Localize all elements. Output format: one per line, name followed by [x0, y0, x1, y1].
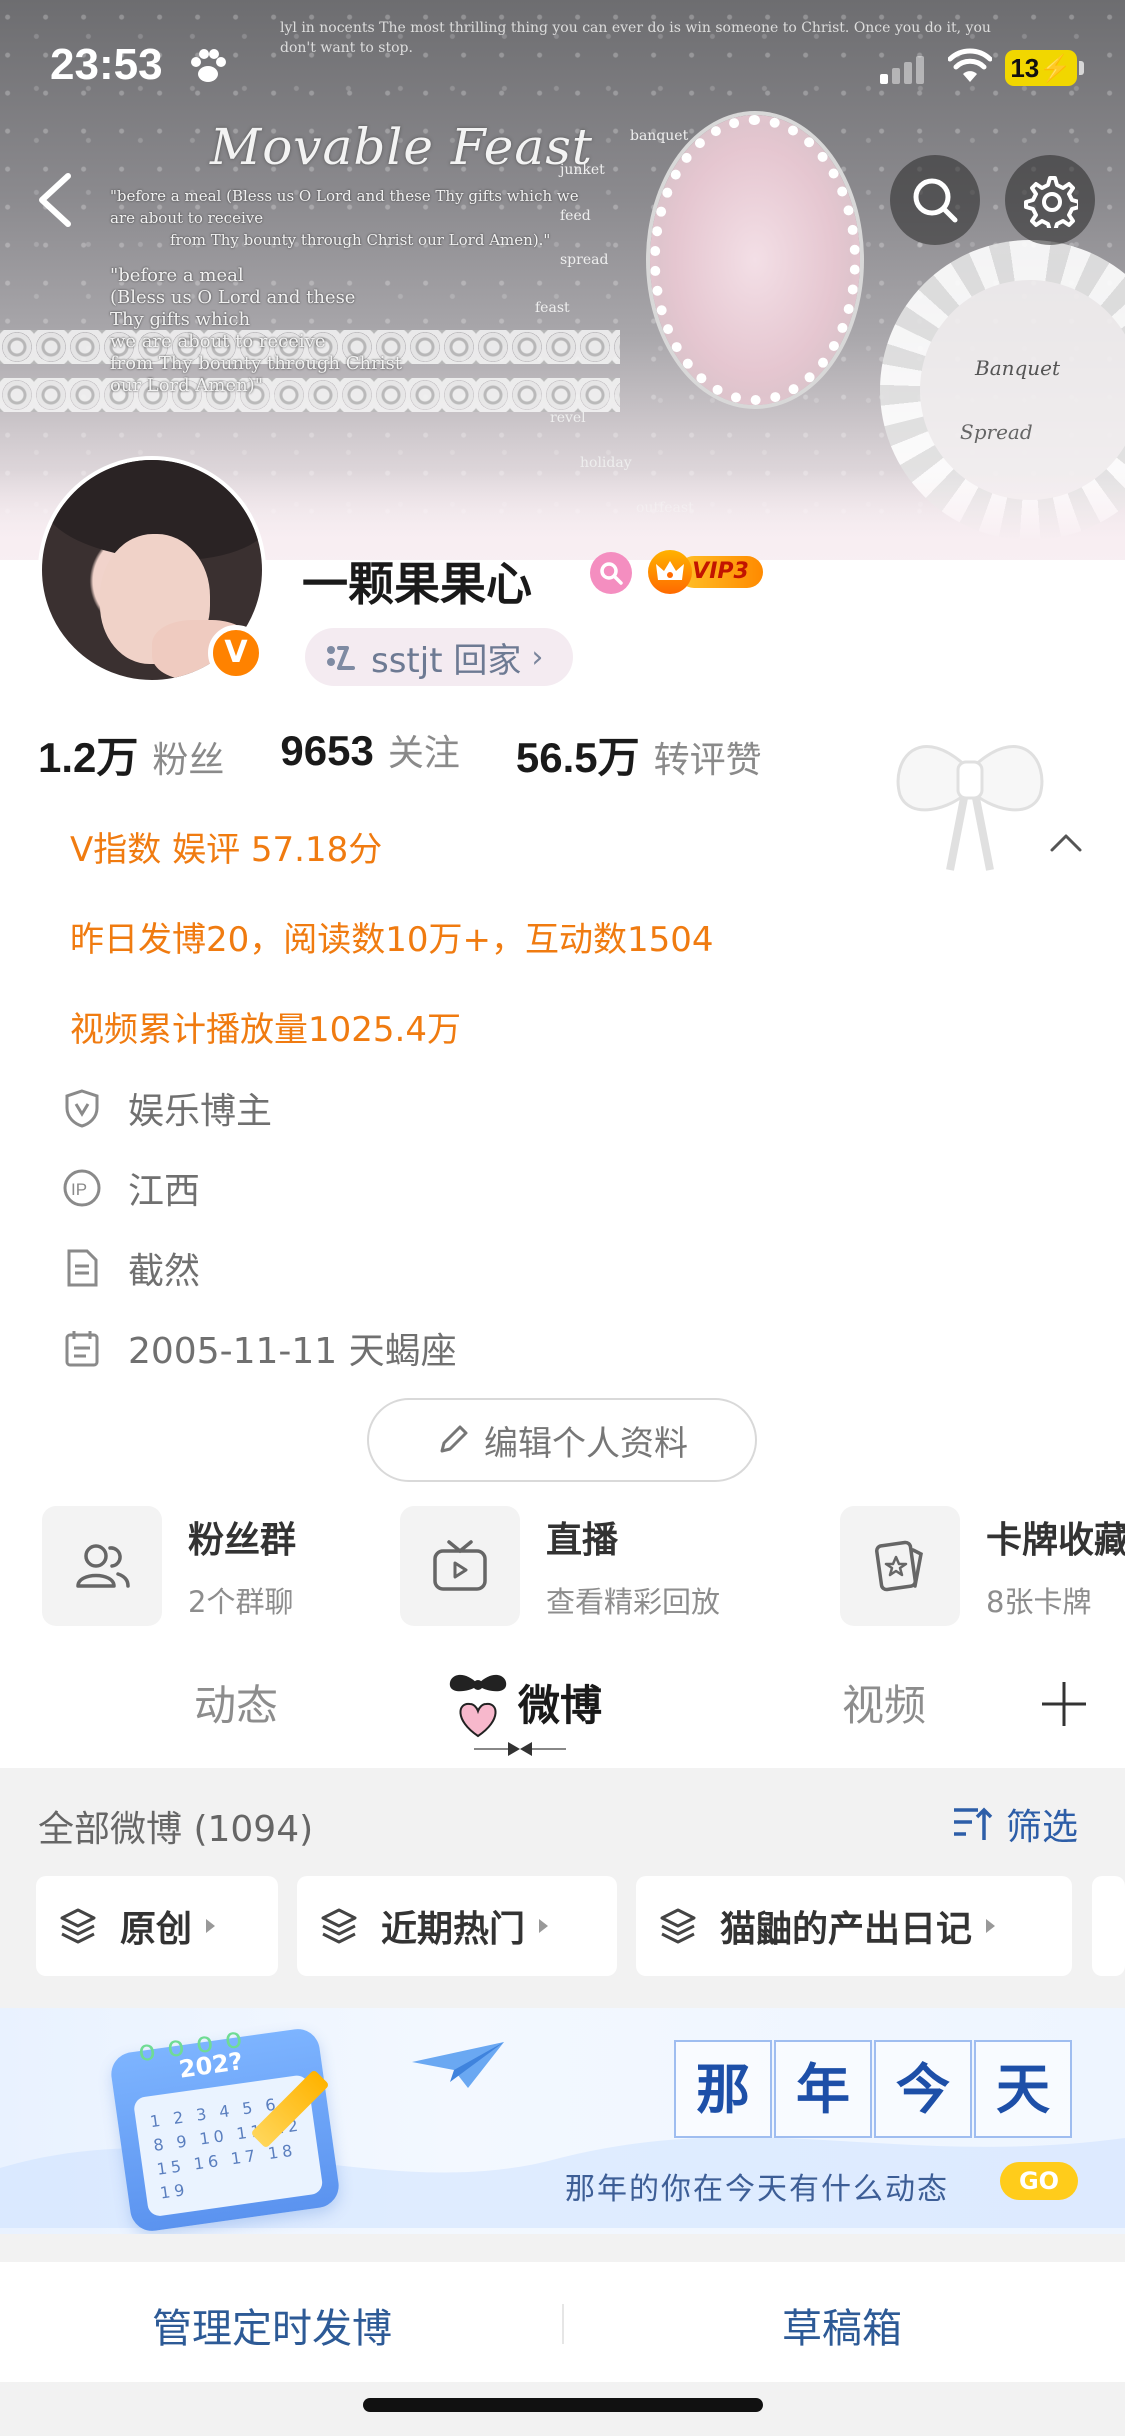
ribbon-underline-icon: [474, 1742, 566, 1756]
info-row-birthday: 2005-11-11 天蝎座: [62, 1322, 457, 1374]
calendar-icon: [62, 1328, 102, 1368]
svg-text:IP: IP: [71, 1180, 87, 1199]
calendar-illustration-icon: oooo 202? 1 2 3 4 5 68 9 10 11 12 15 16 1…: [108, 2019, 342, 2234]
home-indicator[interactable]: [363, 2398, 763, 2412]
sstjt-logo-icon: [327, 646, 355, 670]
paper-plane-icon: [412, 2042, 504, 2088]
verified-badge: V: [208, 625, 264, 681]
info-row-ip: IP 江西: [62, 1162, 200, 1214]
following-stat[interactable]: 9653 关注: [280, 724, 459, 785]
crown-icon: [648, 550, 692, 594]
search-button[interactable]: [890, 155, 980, 245]
chip-original[interactable]: 原创: [36, 1876, 278, 1976]
memory-char: 天: [974, 2040, 1072, 2138]
status-time: 23:53: [50, 40, 163, 89]
shield-v-icon: [62, 1088, 102, 1128]
filter-sort-icon: [954, 1807, 993, 1840]
vip-badge[interactable]: VIP3: [648, 550, 763, 594]
weibo-count: 全部微博 (1094): [38, 1809, 314, 1850]
chevron-up-icon[interactable]: [1046, 828, 1086, 856]
gear-icon: [1024, 176, 1078, 228]
layers-icon: [660, 1908, 696, 1944]
chip-meerkat-diary[interactable]: 猫鼬的产出日记: [636, 1876, 1072, 1976]
chip-more[interactable]: [1092, 1876, 1125, 1976]
card-star-icon: [840, 1506, 960, 1626]
ribbon-bow-decoration: [896, 745, 1044, 871]
followers-stat[interactable]: 1.2万 粉丝: [38, 724, 224, 785]
tab-dynamics[interactable]: 动态: [194, 1672, 278, 1733]
shortcut-live[interactable]: 直播 查看精彩回放: [400, 1506, 720, 1626]
username: 一颗果果心: [302, 557, 532, 611]
yesterday-stats-text: 昨日发博20，阅读数10万+，互动数1504: [70, 920, 714, 960]
plus-icon[interactable]: [1040, 1680, 1088, 1728]
fans-group-icon: [42, 1506, 162, 1626]
bow-heart-icon: [449, 1674, 507, 1738]
tab-video[interactable]: 视频: [842, 1672, 926, 1733]
shortcut-card-collection[interactable]: 卡牌收藏 8张卡牌: [840, 1506, 1125, 1626]
paw-icon: [191, 49, 226, 82]
info-row-category: 娱乐博主: [62, 1082, 272, 1134]
banner-quote: lyl in nocents The most thrilling thing …: [280, 20, 991, 56]
cellular-signal-icon: [880, 56, 924, 84]
return-home-link[interactable]: sstjt 回家 ›: [305, 628, 574, 686]
back-arrow-icon[interactable]: [30, 170, 78, 230]
triangle-right-icon: [206, 1919, 216, 1933]
shortcut-fans-group[interactable]: 粉丝群 2个群聊: [42, 1506, 296, 1626]
pearl-frame-decoration: [650, 115, 860, 405]
layers-icon: [60, 1908, 96, 1944]
manage-scheduled-posts-button[interactable]: 管理定时发博: [152, 2296, 392, 2354]
banner-script-title: Movable Feast: [210, 118, 593, 176]
memory-char: 那: [674, 2040, 772, 2138]
ip-location-icon: IP: [62, 1168, 102, 1208]
layers-icon: [321, 1908, 357, 1944]
wifi-icon: [948, 48, 992, 82]
triangle-right-icon: [539, 1919, 549, 1933]
settings-button[interactable]: [1005, 155, 1095, 245]
pencil-icon: [440, 1425, 468, 1453]
search-icon: [913, 178, 958, 223]
live-tv-icon: [400, 1506, 520, 1626]
edit-profile-button[interactable]: 编辑个人资料: [367, 1398, 757, 1482]
banner-grace-text: "before a meal (Bless us O Lord and thes…: [110, 187, 579, 396]
profile-stats: 1.2万 粉丝 9653 关注 56.5万 转评赞: [38, 724, 818, 785]
memory-subtitle: 那年的你在今天有什么动态: [565, 2172, 949, 2207]
drafts-button[interactable]: 草稿箱: [782, 2296, 902, 2354]
memory-char: 年: [774, 2040, 872, 2138]
on-this-day-banner[interactable]: oooo 202? 1 2 3 4 5 68 9 10 11 12 15 16 1…: [0, 2008, 1125, 2234]
reposts-likes-stat[interactable]: 56.5万 转评赞: [516, 724, 762, 785]
tab-weibo[interactable]: 微博: [518, 1672, 602, 1733]
filter-button[interactable]: 筛选: [952, 1798, 1078, 1850]
go-button[interactable]: GO: [1000, 2162, 1078, 2200]
document-icon: [62, 1248, 102, 1288]
video-plays-text: 视频累计播放量1025.4万: [70, 1010, 461, 1050]
triangle-right-icon: [986, 1919, 996, 1933]
v-index-text[interactable]: V指数 娱评 57.18分: [70, 822, 382, 871]
battery-indicator: 13⚡: [1005, 50, 1077, 86]
info-row-bio: 截然: [62, 1242, 200, 1294]
female-gender-icon: [590, 552, 632, 594]
chip-recent-hot[interactable]: 近期热门: [297, 1876, 617, 1976]
memory-char: 今: [874, 2040, 972, 2138]
chevron-right-icon: ›: [531, 639, 544, 675]
